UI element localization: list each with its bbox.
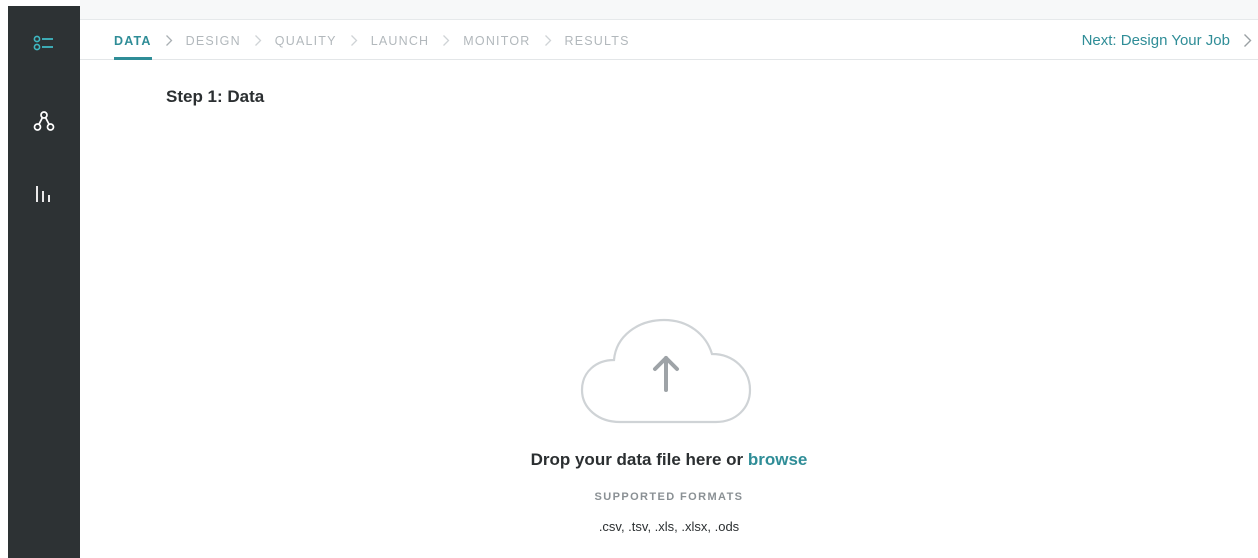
step-monitor[interactable]: MONITOR: [463, 20, 530, 60]
chevron-right-icon: [350, 20, 358, 60]
supported-formats-list: .csv, .tsv, .xls, .xlsx, .ods: [598, 519, 740, 534]
page-title: Step 1: Data: [166, 87, 265, 106]
chevron-right-icon: [544, 20, 552, 60]
step-list: DATA DESIGN QUALITY LAUNCH MONITOR RESUL…: [114, 20, 630, 60]
step-design[interactable]: DESIGN: [186, 20, 241, 60]
drop-zone-prompt: Drop your data file here or browse: [0, 450, 1258, 470]
window-edge: [0, 0, 8, 558]
browse-link[interactable]: browse: [748, 450, 808, 469]
step-launch[interactable]: LAUNCH: [371, 20, 430, 60]
workflow-icon[interactable]: [8, 110, 80, 132]
chevron-right-icon: [442, 20, 450, 60]
list-icon[interactable]: [8, 34, 80, 52]
chevron-right-icon: [254, 20, 262, 60]
next-step-link[interactable]: Next: Design Your Job: [1082, 20, 1230, 60]
top-strip: [80, 0, 1258, 20]
chevron-right-icon[interactable]: [1243, 33, 1252, 53]
drop-prompt-text: Drop your data file here or: [530, 450, 744, 469]
sidebar: [8, 6, 80, 558]
step-data[interactable]: DATA: [114, 20, 152, 60]
supported-formats-label: SUPPORTED FORMATS: [594, 491, 744, 503]
step-navigation: DATA DESIGN QUALITY LAUNCH MONITOR RESUL…: [80, 20, 1258, 60]
chevron-right-icon: [165, 20, 173, 60]
step-quality[interactable]: QUALITY: [275, 20, 337, 60]
step-results[interactable]: RESULTS: [565, 20, 630, 60]
cloud-upload-icon[interactable]: [580, 318, 752, 426]
bar-chart-icon[interactable]: [8, 184, 80, 204]
